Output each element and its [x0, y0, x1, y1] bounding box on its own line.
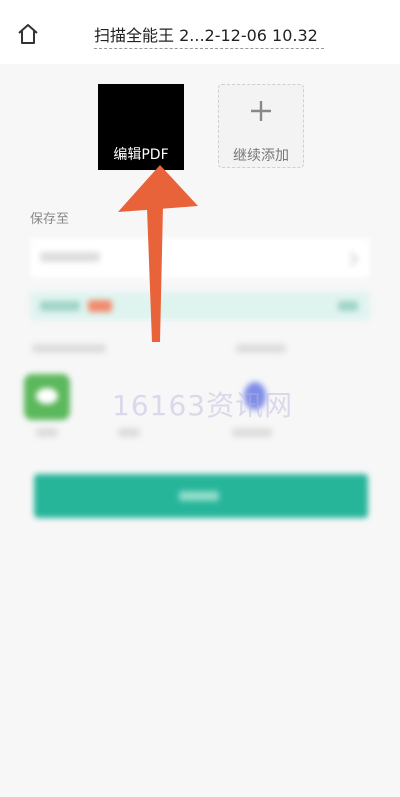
pdf-thumbnail[interactable]: 编辑PDF — [98, 84, 184, 170]
share-label-right — [236, 344, 286, 353]
chevron-right-icon — [343, 251, 359, 267]
home-icon[interactable] — [16, 22, 40, 46]
share-section-labels — [0, 344, 400, 358]
share-option-label — [118, 428, 140, 437]
promo-badge — [88, 300, 112, 312]
add-more-button[interactable]: 继续添加 — [218, 84, 304, 168]
promo-banner[interactable] — [30, 292, 370, 320]
share-app-label — [232, 428, 272, 437]
add-more-label: 继续添加 — [233, 148, 289, 164]
edit-pdf-label: 编辑PDF — [113, 147, 169, 163]
plus-icon — [251, 101, 271, 121]
folder-placeholder-text — [40, 252, 100, 262]
primary-action-label — [179, 491, 219, 501]
primary-action-button[interactable] — [34, 474, 368, 518]
wechat-label — [36, 428, 58, 437]
chat-bubble-icon — [36, 388, 58, 404]
share-label-left — [32, 344, 106, 353]
save-folder-selector[interactable] — [30, 238, 370, 278]
promo-text — [40, 301, 80, 311]
watermark: 16163资讯网 — [112, 389, 294, 422]
document-title[interactable]: 扫描全能王 2...2-12-06 10.32 — [94, 22, 324, 49]
wechat-share-icon[interactable] — [24, 374, 70, 420]
content-area — [0, 64, 400, 797]
promo-action — [338, 301, 358, 311]
save-to-label: 保存至 — [30, 212, 70, 227]
top-bar: 扫描全能王 2...2-12-06 10.32 — [0, 0, 400, 64]
